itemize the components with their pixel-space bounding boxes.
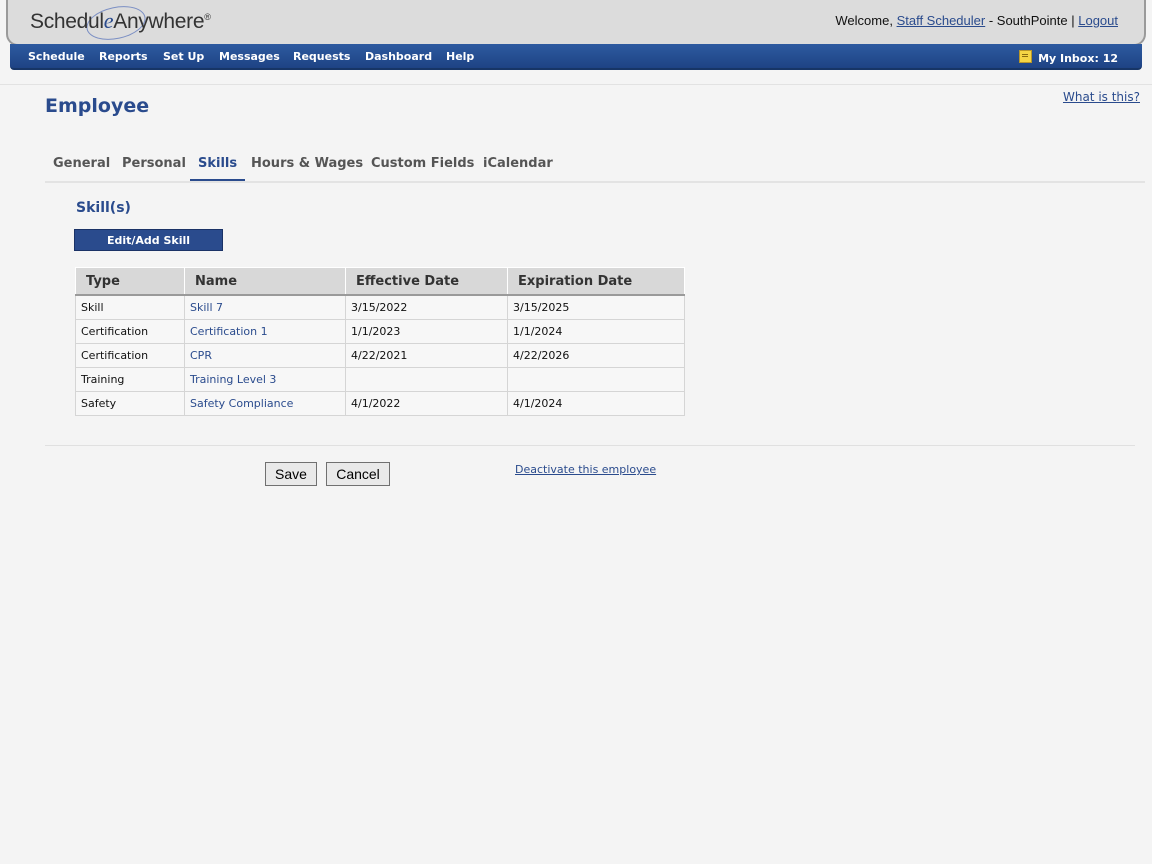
skill-name-link[interactable]: Certification 1 bbox=[190, 325, 268, 338]
skill-name-link[interactable]: Safety Compliance bbox=[190, 397, 293, 410]
cell-type: Skill bbox=[75, 294, 185, 320]
logout-link[interactable]: Logout bbox=[1078, 13, 1118, 28]
location-label: - SouthPointe | bbox=[988, 13, 1075, 28]
table-row: Certification Certification 1 1/1/2023 1… bbox=[75, 319, 685, 344]
logo-text-part1: Schedul bbox=[30, 10, 104, 33]
cell-name: Training Level 3 bbox=[184, 367, 346, 392]
table-row: Skill Skill 7 3/15/2022 3/15/2025 bbox=[75, 294, 685, 320]
cell-effective-date bbox=[345, 367, 508, 392]
logo-text-e: e bbox=[103, 8, 114, 33]
cell-name: Certification 1 bbox=[184, 319, 346, 344]
cell-expiration-date bbox=[507, 367, 685, 392]
tab-icalendar[interactable]: iCalendar bbox=[475, 155, 561, 179]
tab-skills[interactable]: Skills bbox=[190, 155, 246, 181]
cell-name: CPR bbox=[184, 343, 346, 368]
tab-hours-wages[interactable]: Hours & Wages bbox=[243, 155, 371, 179]
cancel-button[interactable]: Cancel bbox=[326, 462, 390, 486]
column-header-effective-date: Effective Date bbox=[345, 267, 508, 296]
page-title: Employee bbox=[45, 95, 150, 117]
cell-effective-date: 4/22/2021 bbox=[345, 343, 508, 368]
inbox-note-icon bbox=[1019, 50, 1033, 63]
nav-requests[interactable]: Requests bbox=[293, 50, 350, 63]
table-row: Safety Safety Compliance 4/1/2022 4/1/20… bbox=[75, 391, 685, 416]
user-name-link[interactable]: Staff Scheduler bbox=[897, 13, 986, 28]
cell-type: Safety bbox=[75, 391, 185, 416]
column-header-expiration-date: Expiration Date bbox=[507, 267, 685, 296]
cell-type: Training bbox=[75, 367, 185, 392]
cell-name: Safety Compliance bbox=[184, 391, 346, 416]
skills-table: Type Name Effective Date Expiration Date… bbox=[75, 267, 685, 416]
tab-general[interactable]: General bbox=[45, 155, 118, 179]
cell-expiration-date: 1/1/2024 bbox=[507, 319, 685, 344]
nav-dashboard[interactable]: Dashboard bbox=[365, 50, 432, 63]
nav-help[interactable]: Help bbox=[446, 50, 474, 63]
skills-section-title: Skill(s) bbox=[76, 200, 131, 216]
table-row: Training Training Level 3 bbox=[75, 367, 685, 392]
cell-type: Certification bbox=[75, 343, 185, 368]
cell-expiration-date: 3/15/2025 bbox=[507, 294, 685, 320]
footer-divider bbox=[45, 445, 1135, 446]
cell-effective-date: 1/1/2023 bbox=[345, 319, 508, 344]
tab-personal[interactable]: Personal bbox=[114, 155, 194, 179]
nav-reports[interactable]: Reports bbox=[99, 50, 148, 63]
table-row: Certification CPR 4/22/2021 4/22/2026 bbox=[75, 343, 685, 368]
save-button[interactable]: Save bbox=[265, 462, 317, 486]
what-is-this-link[interactable]: What is this? bbox=[1063, 90, 1140, 104]
app-logo: ScheduleAnywhere® bbox=[30, 8, 211, 34]
column-header-type: Type bbox=[75, 267, 185, 296]
nav-messages[interactable]: Messages bbox=[219, 50, 280, 63]
tab-custom-fields[interactable]: Custom Fields bbox=[363, 155, 482, 179]
inbox-link[interactable]: My Inbox: 12 bbox=[1019, 50, 1118, 65]
employee-tabs: General Personal Skills Hours & Wages Cu… bbox=[45, 155, 1145, 183]
inbox-label: My Inbox: 12 bbox=[1038, 52, 1118, 65]
table-header-row: Type Name Effective Date Expiration Date bbox=[75, 267, 685, 296]
welcome-area: Welcome, Staff Scheduler - SouthPointe |… bbox=[835, 13, 1118, 28]
cell-expiration-date: 4/22/2026 bbox=[507, 343, 685, 368]
edit-add-skill-button[interactable]: Edit/Add Skill bbox=[74, 229, 223, 251]
deactivate-employee-link[interactable]: Deactivate this employee bbox=[515, 463, 656, 476]
cell-type: Certification bbox=[75, 319, 185, 344]
main-nav: Schedule Reports Set Up Messages Request… bbox=[10, 44, 1142, 70]
skill-name-link[interactable]: CPR bbox=[190, 349, 212, 362]
app-header: ScheduleAnywhere® Welcome, Staff Schedul… bbox=[6, 0, 1146, 46]
cell-effective-date: 4/1/2022 bbox=[345, 391, 508, 416]
skill-name-link[interactable]: Skill 7 bbox=[190, 301, 223, 314]
content-divider bbox=[0, 84, 1152, 85]
welcome-prefix: Welcome, bbox=[835, 13, 893, 28]
cell-expiration-date: 4/1/2024 bbox=[507, 391, 685, 416]
logo-text-part2: Anywhere bbox=[113, 10, 205, 33]
skill-name-link[interactable]: Training Level 3 bbox=[190, 373, 276, 386]
nav-schedule[interactable]: Schedule bbox=[28, 50, 85, 63]
nav-setup[interactable]: Set Up bbox=[163, 50, 204, 63]
cell-effective-date: 3/15/2022 bbox=[345, 294, 508, 320]
logo-registered-mark: ® bbox=[204, 12, 211, 22]
column-header-name: Name bbox=[184, 267, 346, 296]
cell-name: Skill 7 bbox=[184, 294, 346, 320]
